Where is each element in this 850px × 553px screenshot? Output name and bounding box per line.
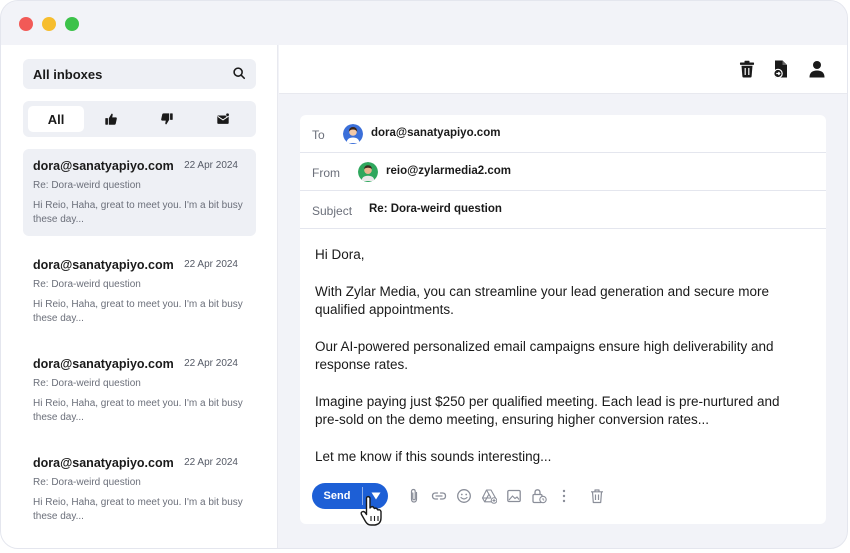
mail-subject: Re: Dora-weird question: [33, 477, 141, 488]
list-item[interactable]: dora@sanatyapiyo.com 22 Apr 2024 Re: Dor…: [23, 446, 256, 533]
tab-mail[interactable]: [195, 106, 251, 132]
minimize-window-button[interactable]: [42, 17, 56, 31]
export-file-icon[interactable]: [771, 59, 791, 79]
mail-preview: Hi Reio, Haha, great to meet you. I'm a …: [33, 398, 243, 423]
body-paragraph: Let me know if this sounds interesting..…: [315, 449, 552, 464]
close-window-button[interactable]: [19, 17, 33, 31]
compose-panel: To dora@sanatyapiyo.com From reio@zylarm…: [300, 115, 826, 526]
mail-preview: Hi Reio, Haha, great to meet you. I'm a …: [33, 200, 243, 225]
subject-row: Subject Re: Dora-weird question: [300, 191, 826, 229]
to-row: To dora@sanatyapiyo.com: [300, 115, 826, 153]
body-paragraph: Our AI-powered personalized email campai…: [315, 339, 774, 372]
sidebar: All inboxes All dora@sanatyapiyo.com 22 …: [1, 45, 278, 548]
mail-date: 22 Apr 2024: [184, 160, 238, 171]
tab-all-label: All: [47, 111, 65, 127]
inbox-selector[interactable]: All inboxes: [23, 59, 256, 89]
body-paragraph: Hi Dora,: [315, 247, 365, 262]
send-button[interactable]: Send: [312, 483, 362, 509]
filter-tabs: All: [23, 101, 256, 137]
from-label: From: [312, 166, 340, 180]
mail-date: 22 Apr 2024: [184, 358, 238, 369]
subject-label: Subject: [312, 204, 353, 218]
image-icon[interactable]: [506, 488, 522, 504]
delete-icon[interactable]: [589, 488, 605, 504]
avatar: [358, 162, 378, 182]
search-icon[interactable]: [232, 66, 246, 80]
mail-preview: Hi Reio, Haha, great to meet you. I'm a …: [33, 299, 243, 324]
tab-positive[interactable]: [83, 106, 139, 132]
attach-icon[interactable]: [406, 488, 422, 504]
mail-subject: Re: Dora-weird question: [33, 180, 141, 191]
list-item[interactable]: dora@sanatyapiyo.com 22 Apr 2024 Re: Dor…: [23, 347, 256, 434]
mail-preview: Hi Reio, Haha, great to meet you. I'm a …: [33, 497, 243, 522]
mail-date: 22 Apr 2024: [184, 457, 238, 468]
titlebar: [1, 1, 847, 45]
mail-subject: Re: Dora-weird question: [33, 279, 141, 290]
emoji-icon[interactable]: [456, 488, 472, 504]
mail-icon: [217, 112, 230, 124]
to-label: To: [312, 128, 325, 142]
maximize-window-button[interactable]: [65, 17, 79, 31]
user-icon[interactable]: [807, 59, 827, 79]
from-value[interactable]: reio@zylarmedia2.com: [386, 165, 511, 177]
list-item[interactable]: dora@sanatyapiyo.com 22 Apr 2024 Re: Dor…: [23, 149, 256, 236]
from-row: From reio@zylarmedia2.com: [300, 153, 826, 191]
thumbs-down-icon: [161, 113, 173, 125]
message-body[interactable]: Hi Dora, With Zylar Media, you can strea…: [315, 246, 805, 485]
trash-icon[interactable]: [737, 59, 757, 79]
body-paragraph: Imagine paying just $250 per qualified m…: [315, 394, 780, 427]
mail-sender: dora@sanatyapiyo.com: [33, 456, 174, 470]
mail-date: 22 Apr 2024: [184, 259, 238, 270]
mail-sender: dora@sanatyapiyo.com: [33, 258, 174, 272]
link-icon[interactable]: [431, 488, 447, 504]
list-item[interactable]: dora@sanatyapiyo.com 22 Apr 2024 Re: Dor…: [23, 248, 256, 335]
thumbs-up-icon: [105, 113, 117, 125]
inbox-selector-label: All inboxes: [33, 67, 103, 82]
mail-sender: dora@sanatyapiyo.com: [33, 357, 174, 371]
hand-cursor-icon: [360, 495, 382, 526]
mail-subject: Re: Dora-weird question: [33, 378, 141, 389]
subject-value[interactable]: Re: Dora-weird question: [369, 203, 502, 215]
mail-sender: dora@sanatyapiyo.com: [33, 159, 174, 173]
lock-clock-icon[interactable]: [531, 488, 547, 504]
more-icon[interactable]: [556, 488, 572, 504]
main-toolbar: [279, 45, 847, 94]
drive-icon[interactable]: [481, 488, 498, 504]
avatar: [343, 124, 363, 144]
body-paragraph: With Zylar Media, you can streamline you…: [315, 284, 769, 317]
tab-all[interactable]: All: [28, 106, 84, 132]
to-value[interactable]: dora@sanatyapiyo.com: [371, 127, 500, 139]
tab-negative[interactable]: [139, 106, 195, 132]
